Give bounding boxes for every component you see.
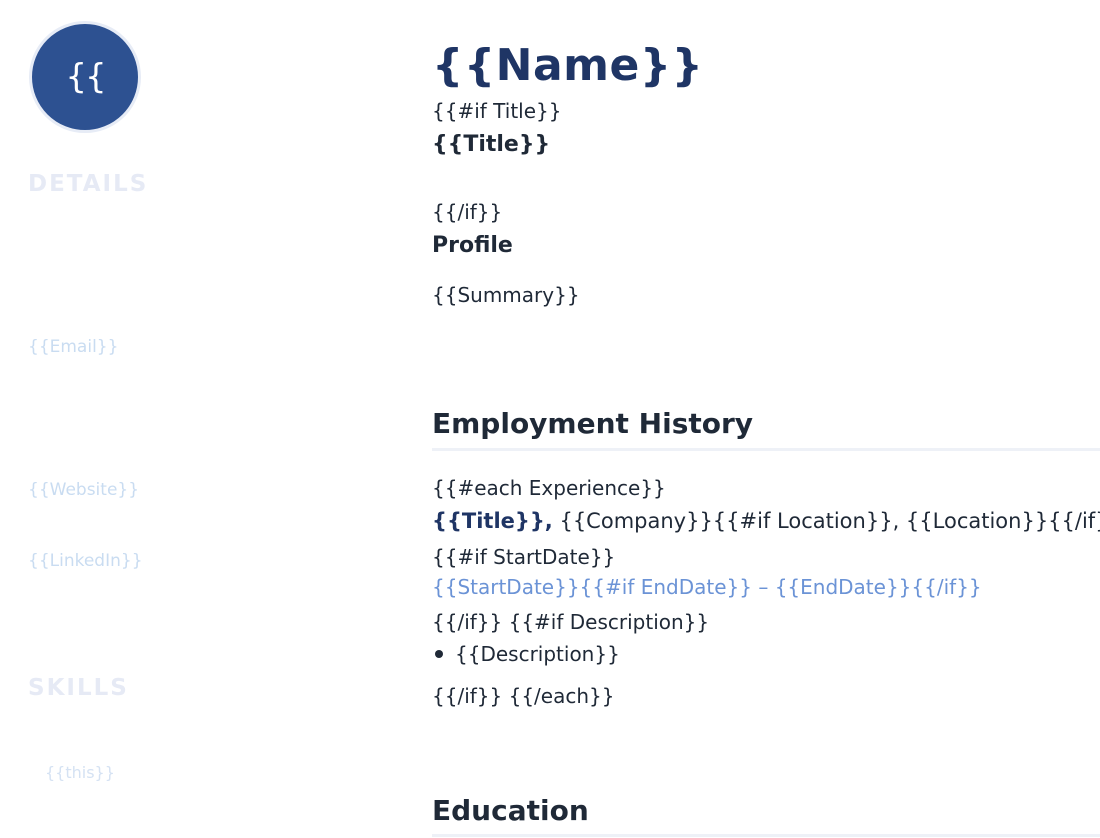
section-divider <box>432 834 1100 837</box>
summary-text: {{Summary}} <box>432 283 580 307</box>
description-bullet: {{Description}} <box>432 642 620 666</box>
skills-heading: SKILLS <box>28 675 129 701</box>
education-heading: Education <box>432 794 589 827</box>
if-startdate-tag: {{#if StartDate}} <box>432 545 616 569</box>
profile-heading: Profile <box>432 233 513 258</box>
resume-title: {{Title}} <box>432 132 551 157</box>
if-title-tag: {{#if Title}} <box>432 99 562 123</box>
employment-heading: Employment History <box>432 407 754 440</box>
bullet-dot-icon <box>435 650 443 658</box>
resume-name: {{Name}} <box>432 40 704 91</box>
email-link[interactable]: {{Email}} <box>28 337 118 357</box>
avatar-initials: {{ <box>65 57 106 97</box>
description-text: {{Description}} <box>455 642 620 666</box>
avatar: {{ <box>29 21 141 133</box>
if-description-tag: {{/if}} {{#if Description}} <box>432 610 710 634</box>
endeach-tag: {{/if}} {{/each}} <box>432 684 615 708</box>
each-experience-tag: {{#each Experience}} <box>432 476 666 500</box>
website-link[interactable]: {{Website}} <box>28 480 139 500</box>
experience-role: {{Title}}, {{Company}}{{#if Location}}, … <box>432 509 1100 533</box>
experience-dates: {{StartDate}}{{#if EndDate}} – {{EndDate… <box>432 575 982 599</box>
endif-tag: {{/if}} <box>432 200 503 224</box>
skill-item: {{this}} <box>45 763 115 782</box>
experience-company: {{Company}}{{#if Location}}, {{Location}… <box>552 509 1100 533</box>
details-heading: DETAILS <box>28 171 149 197</box>
linkedin-link[interactable]: {{LinkedIn}} <box>28 551 143 571</box>
experience-title: {{Title}}, <box>432 509 553 533</box>
section-divider <box>432 448 1100 451</box>
